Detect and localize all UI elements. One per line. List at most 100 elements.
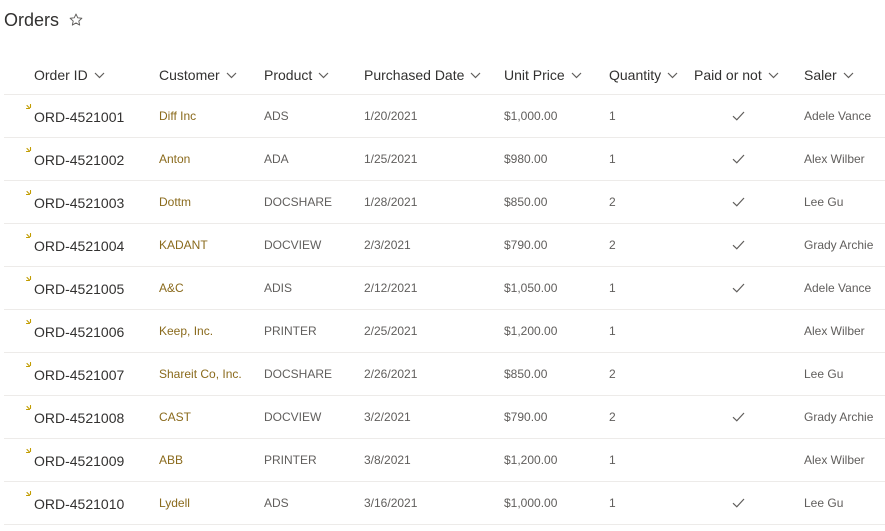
column-header-order-id[interactable]: Order ID <box>34 56 105 94</box>
saler-cell: Grady Archie <box>804 410 874 424</box>
product-cell: ADA <box>264 152 289 166</box>
table-row[interactable]: ORD-4521001 Diff Inc ADS 1/20/2021 $1,000.00… <box>4 95 885 138</box>
product-cell: DOCSHARE <box>264 195 333 209</box>
saler-cell: Adele Vance <box>804 281 872 295</box>
quantity-cell: 2 <box>609 410 616 424</box>
quantity-cell: 1 <box>609 324 616 338</box>
purchased-date-cell: 2/26/2021 <box>364 367 418 381</box>
saler-cell: Alex Wilber <box>804 324 865 338</box>
order-id-cell: ORD-4521002 <box>34 152 125 168</box>
customer-link[interactable]: Anton <box>159 138 190 180</box>
chevron-down-icon <box>667 72 678 79</box>
unit-price-cell: $1,050.00 <box>504 281 558 295</box>
column-header-label: Product <box>264 67 313 83</box>
chevron-down-icon <box>318 72 329 79</box>
chevron-down-icon <box>94 72 105 79</box>
order-id-cell: ORD-4521010 <box>34 496 125 512</box>
product-cell: DOCSHARE <box>264 367 333 381</box>
column-header-customer[interactable]: Customer <box>159 56 237 94</box>
chevron-down-icon <box>768 72 779 79</box>
page-title: Orders <box>4 9 60 30</box>
order-id-cell: ORD-4521009 <box>34 453 125 469</box>
order-id-cell: ORD-4521003 <box>34 195 125 211</box>
column-header-label: Paid or not <box>694 67 762 83</box>
unit-price-cell: $1,200.00 <box>504 453 558 467</box>
customer-link[interactable]: CAST <box>159 396 191 438</box>
unit-price-cell: $790.00 <box>504 238 548 252</box>
checkmark-icon <box>732 154 745 164</box>
customer-link[interactable]: Shareit Co, Inc. <box>159 353 242 395</box>
quantity-cell: 2 <box>609 195 616 209</box>
table-row[interactable]: ORD-4521002 Anton ADA 1/25/2021 $980.00 1 Alex… <box>4 138 885 181</box>
saler-cell: Lee Gu <box>804 496 844 510</box>
purchased-date-cell: 1/25/2021 <box>364 152 418 166</box>
table-row[interactable]: ORD-4521004 KADANT DOCVIEW 2/3/2021 $790.00 2… <box>4 224 885 267</box>
customer-link[interactable]: ABB <box>159 439 183 481</box>
order-id-cell: ORD-4521008 <box>34 410 125 426</box>
table-row[interactable]: ORD-4521008 CAST DOCVIEW 3/2/2021 $790.00 2 Gr… <box>4 396 885 439</box>
order-id-cell: ORD-4521004 <box>34 238 125 254</box>
column-header-saler[interactable]: Saler <box>804 56 854 94</box>
quantity-cell: 1 <box>609 109 616 123</box>
customer-link[interactable]: KADANT <box>159 224 208 266</box>
saler-cell: Lee Gu <box>804 195 844 209</box>
saler-cell: Alex Wilber <box>804 152 865 166</box>
column-header-quantity[interactable]: Quantity <box>609 56 678 94</box>
paid-cell <box>732 138 745 180</box>
column-header-purchased-date[interactable]: Purchased Date <box>364 56 481 94</box>
saler-cell: Alex Wilber <box>804 453 865 467</box>
checkmark-icon <box>732 240 745 250</box>
order-id-cell: ORD-4521005 <box>34 281 125 297</box>
column-header-unit-price[interactable]: Unit Price <box>504 56 582 94</box>
checkmark-icon <box>732 412 745 422</box>
page-header: Orders <box>4 8 83 32</box>
paid-cell <box>732 482 745 524</box>
table-row[interactable]: ORD-4521007 Shareit Co, Inc. DOCSHARE 2/26/… <box>4 353 885 396</box>
chevron-down-icon <box>226 72 237 79</box>
checkmark-icon <box>732 197 745 207</box>
customer-link[interactable]: Dottm <box>159 181 191 223</box>
customer-link[interactable]: Lydell <box>159 482 190 524</box>
quantity-cell: 2 <box>609 367 616 381</box>
purchased-date-cell: 1/20/2021 <box>364 109 418 123</box>
paid-cell <box>732 181 745 223</box>
column-header-paid[interactable]: Paid or not <box>694 56 779 94</box>
product-cell: PRINTER <box>264 324 317 338</box>
saler-cell: Adele Vance <box>804 109 872 123</box>
product-cell: DOCVIEW <box>264 410 322 424</box>
quantity-cell: 1 <box>609 496 616 510</box>
quantity-cell: 1 <box>609 281 616 295</box>
purchased-date-cell: 1/28/2021 <box>364 195 418 209</box>
paid-cell <box>732 95 745 137</box>
table-row[interactable]: ORD-4521003 Dottm DOCSHARE 1/28/2021 $850.00… <box>4 181 885 224</box>
table-row[interactable]: ORD-4521009 ABB PRINTER 3/8/2021 $1,200.00 1 A… <box>4 439 885 482</box>
column-header-product[interactable]: Product <box>264 56 329 94</box>
order-id-cell: ORD-4521006 <box>34 324 125 340</box>
quantity-cell: 1 <box>609 453 616 467</box>
table-row[interactable]: ORD-4521010 Lydell ADS 3/16/2021 $1,000.00 1 L… <box>4 482 885 525</box>
chevron-down-icon <box>843 72 854 79</box>
unit-price-cell: $980.00 <box>504 152 548 166</box>
column-header-label: Purchased Date <box>364 67 465 83</box>
purchased-date-cell: 3/2/2021 <box>364 410 411 424</box>
table-row[interactable]: ORD-4521005 A&C ADIS 2/12/2021 $1,050.00 1 Ade… <box>4 267 885 310</box>
unit-price-cell: $1,000.00 <box>504 109 558 123</box>
table-row[interactable]: ORD-4521006 Keep, Inc. PRINTER 2/25/2021 $1,… <box>4 310 885 353</box>
customer-link[interactable]: A&C <box>159 267 184 309</box>
paid-cell <box>732 267 745 309</box>
column-header-label: Unit Price <box>504 67 565 83</box>
unit-price-cell: $1,200.00 <box>504 324 558 338</box>
favorite-star-icon[interactable] <box>69 13 83 27</box>
product-cell: ADS <box>264 109 289 123</box>
chevron-down-icon <box>571 72 582 79</box>
paid-cell <box>732 224 745 266</box>
product-cell: PRINTER <box>264 453 317 467</box>
table-header: Order ID Customer Product Purchased Date… <box>4 56 885 95</box>
purchased-date-cell: 2/12/2021 <box>364 281 418 295</box>
customer-link[interactable]: Diff Inc <box>159 95 196 137</box>
column-header-label: Order ID <box>34 67 88 83</box>
unit-price-cell: $850.00 <box>504 367 548 381</box>
order-id-cell: ORD-4521007 <box>34 367 125 383</box>
unit-price-cell: $1,000.00 <box>504 496 558 510</box>
customer-link[interactable]: Keep, Inc. <box>159 310 213 352</box>
